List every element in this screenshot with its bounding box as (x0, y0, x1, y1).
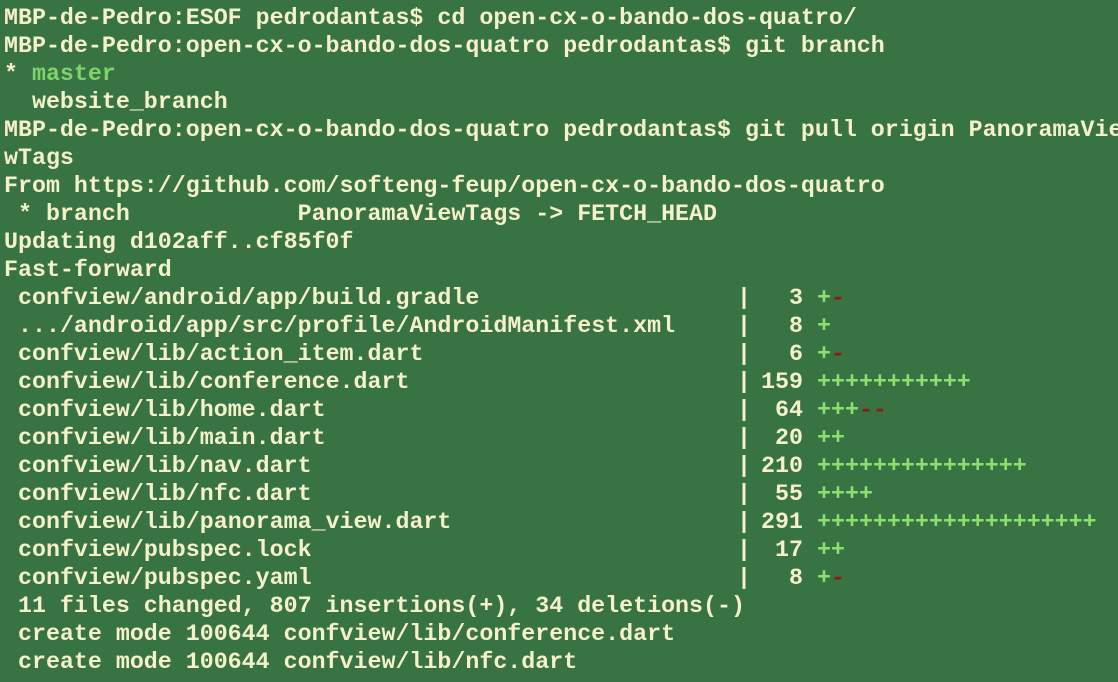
diffstat-file: confview/android/app/build.gradle (18, 285, 480, 311)
diffstat-row: confview/android/app/build.gradle | 3 +- (4, 284, 1118, 312)
diffstat-count: 6 (789, 341, 803, 367)
diffstat-row: confview/pubspec.yaml | 8 +- (4, 564, 1118, 592)
diffstat-file: confview/lib/home.dart (18, 397, 326, 423)
diffstat-separator: | (737, 565, 751, 591)
diffstat-plus: ++++ (817, 481, 873, 507)
diffstat-count: 291 (761, 509, 803, 535)
diffstat-plus: + (817, 313, 831, 339)
diffstat-row: .../android/app/src/profile/AndroidManif… (4, 312, 1118, 340)
diffstat-list: confview/android/app/build.gradle | 3 +-… (4, 284, 1118, 592)
current-branch-name: master (31, 61, 116, 87)
diffstat-count: 210 (761, 453, 803, 479)
diffstat-bar: ++ (817, 536, 845, 564)
diffstat-bar: +++++++++++ (817, 368, 971, 396)
branch-list-item: website_branch (4, 89, 228, 115)
diffstat-plus: + (817, 565, 831, 591)
terminal-line-git-branch: MBP-de-Pedro:open-cx-o-bando-dos-quatro … (4, 33, 885, 59)
terminal-line-fetch-branch: * branch PanoramaViewTags -> FETCH_HEAD (4, 201, 718, 227)
diffstat-row: confview/lib/nfc.dart | 55 ++++ (4, 480, 1118, 508)
diffstat-count: 20 (775, 425, 803, 451)
terminal-line-git-pull-wrap: wTags (4, 145, 74, 171)
diffstat-separator: | (737, 397, 751, 423)
diffstat-plus: +++ (817, 397, 859, 423)
diffstat-minus: - (830, 285, 845, 311)
diffstat-separator: | (737, 509, 751, 535)
diffstat-separator: | (737, 285, 751, 311)
diffstat-minus: -- (858, 397, 887, 423)
diffstat-row: confview/lib/conference.dart | 159 +++++… (4, 368, 1118, 396)
diffstat-separator: | (737, 369, 751, 395)
diffstat-file: confview/lib/action_item.dart (18, 341, 424, 367)
diffstat-count: 17 (775, 537, 803, 563)
diffstat-file: confview/lib/conference.dart (18, 369, 410, 395)
diffstat-count: 55 (775, 481, 803, 507)
diffstat-bar: ++ (817, 424, 845, 452)
diffstat-row: confview/lib/panorama_view.dart | 291 ++… (4, 508, 1118, 536)
branch-list-item-current: * master (4, 60, 1118, 88)
create-mode-line: create mode 100644 confview/lib/nfc.dart (4, 649, 578, 675)
diffstat-count: 159 (761, 369, 803, 395)
diffstat-plus: ++ (817, 537, 845, 563)
diffstat-row: confview/lib/main.dart | 20 ++ (4, 424, 1118, 452)
diffstat-file: confview/lib/panorama_view.dart (18, 509, 452, 535)
diffstat-file: confview/lib/nav.dart (18, 453, 312, 479)
diffstat-separator: | (737, 453, 751, 479)
diffstat-plus: +++++++++++++++ (817, 453, 1027, 479)
diffstat-separator: | (737, 341, 751, 367)
diffstat-plus: +++++++++++ (817, 369, 971, 395)
diffstat-file: confview/pubspec.lock (18, 537, 312, 563)
diffstat-minus: - (830, 565, 845, 591)
terminal-line-git-pull: MBP-de-Pedro:open-cx-o-bando-dos-quatro … (4, 117, 1118, 143)
diffstat-minus: - (830, 341, 845, 367)
terminal-line-updating: Updating d102aff..cf85f0f (4, 229, 354, 255)
diffstat-file: confview/lib/nfc.dart (18, 481, 312, 507)
diffstat-bar: +- (817, 340, 845, 368)
diffstat-plus: + (817, 285, 831, 311)
diffstat-file: confview/pubspec.yaml (18, 565, 312, 591)
diffstat-bar: +++-- (817, 396, 887, 424)
create-mode-line: create mode 100644 confview/lib/conferen… (4, 621, 676, 647)
diffstat-row: confview/lib/action_item.dart | 6 +- (4, 340, 1118, 368)
terminal-line-fast-forward: Fast-forward (4, 257, 172, 283)
diffstat-file: confview/lib/main.dart (18, 425, 326, 451)
diffstat-bar: ++++ (817, 480, 873, 508)
diffstat-row: confview/lib/home.dart | 64 +++-- (4, 396, 1118, 424)
diffstat-bar: ++++++++++++++++++++ (817, 508, 1097, 536)
terminal-window[interactable]: MBP-de-Pedro:ESOF pedrodantas$ cd open-c… (0, 0, 1118, 682)
diffstat-row: confview/lib/nav.dart | 210 ++++++++++++… (4, 452, 1118, 480)
diffstat-count: 8 (789, 313, 803, 339)
terminal-line-cd: MBP-de-Pedro:ESOF pedrodantas$ cd open-c… (4, 5, 857, 31)
diffstat-separator: | (737, 481, 751, 507)
diffstat-count: 64 (775, 397, 803, 423)
diffstat-plus: ++++++++++++++++++++ (817, 509, 1097, 535)
diffstat-separator: | (737, 425, 751, 451)
terminal-line-from: From https://github.com/softeng-feup/ope… (4, 173, 885, 199)
diffstat-count: 3 (789, 285, 803, 311)
diffstat-file: .../android/app/src/profile/AndroidManif… (18, 313, 676, 339)
diffstat-plus: + (817, 341, 831, 367)
diffstat-bar: +- (817, 564, 845, 592)
current-branch-marker: * (4, 61, 32, 87)
diffstat-separator: | (737, 313, 751, 339)
diffstat-bar: +++++++++++++++ (817, 452, 1027, 480)
diffstat-row: confview/pubspec.lock | 17 ++ (4, 536, 1118, 564)
diffstat-count: 8 (789, 565, 803, 591)
diffstat-plus: ++ (817, 425, 845, 451)
diffstat-bar: + (817, 312, 831, 340)
diffstat-summary: 11 files changed, 807 insertions(+), 34 … (4, 593, 745, 619)
diffstat-bar: +- (817, 284, 845, 312)
diffstat-separator: | (737, 537, 751, 563)
